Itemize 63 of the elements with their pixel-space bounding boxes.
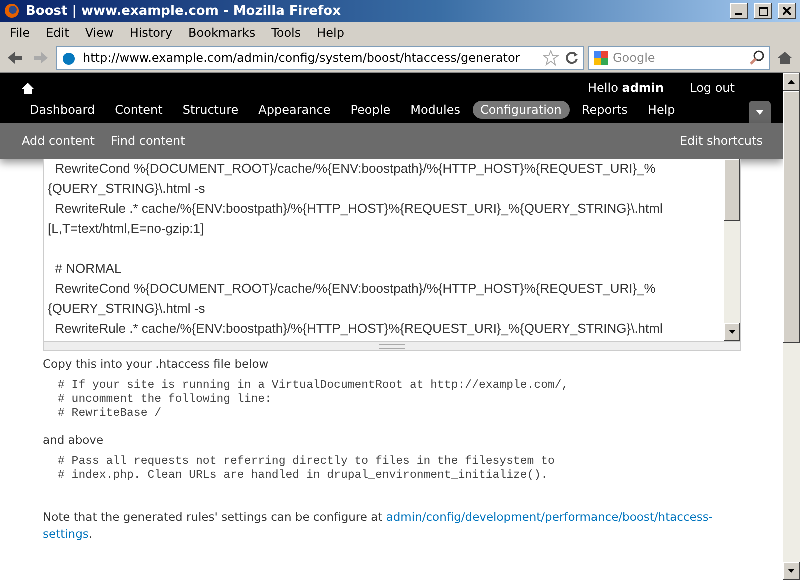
scroll-down-icon[interactable] [728, 330, 736, 334]
search-icon[interactable] [749, 50, 765, 66]
search-field[interactable]: Google [588, 46, 770, 70]
code-line: [L,T=text/html,E=no-gzip:1] [48, 220, 206, 238]
forward-arrow-icon [33, 51, 49, 65]
instruction-text: Copy this into your .htaccess file below [43, 357, 270, 371]
edit-shortcuts-link[interactable]: Edit shortcuts [680, 134, 763, 148]
textarea-scrollbar[interactable] [724, 159, 740, 341]
resize-grip[interactable] [43, 342, 741, 351]
code-line: {QUERY_STRING}\.html -s [48, 180, 206, 198]
home-icon[interactable] [22, 82, 34, 94]
nav-tab[interactable]: Help [640, 101, 684, 119]
nav-tab[interactable]: Configuration [472, 101, 570, 119]
rules-textarea[interactable] [43, 159, 741, 342]
note-text: Note that the generated rules' settings can be configure at admin/config/development/performance/boost/htaccess- settings. [43, 509, 714, 543]
menu-item[interactable]: Edit [40, 26, 76, 40]
code-line: RewriteCond %{DOCUMENT_ROOT}/cache/%{ENV:boostpath}/%{HTTP_HOST}%{REQUEST_URI}_% [54, 160, 657, 178]
window-title: Boost | www.example.com - Mozilla Firefox [26, 4, 342, 18]
nav-tab[interactable]: Appearance [250, 101, 339, 119]
greeting-text: Hello admin [588, 81, 664, 95]
maximize-icon [758, 6, 768, 16]
nav-tab[interactable]: Structure [174, 101, 247, 119]
menu-item[interactable]: File [4, 26, 36, 40]
site-icon [61, 50, 77, 66]
reload-icon[interactable] [565, 51, 579, 65]
code-line: RewriteRule .* cache/%{ENV:boostpath}/%{HTTP_HOST}%{REQUEST_URI}_%{QUERY_STRING}\.html [54, 200, 664, 218]
menu-item[interactable]: Tools [266, 26, 308, 40]
home-icon [777, 51, 793, 65]
menu-item[interactable]: View [79, 26, 120, 40]
caret-icon [756, 110, 764, 114]
close-button[interactable] [778, 3, 796, 19]
shortcut-link[interactable]: Find content [111, 134, 186, 148]
page-scrollbar[interactable] [783, 73, 800, 580]
menu-item[interactable]: Help [311, 26, 350, 40]
nav-tab[interactable]: People [342, 101, 399, 119]
logout-link[interactable]: Log out [690, 81, 735, 95]
scroll-up-icon[interactable] [788, 80, 795, 84]
menu-item[interactable]: History [124, 26, 179, 40]
settings-link[interactable]: admin/config/development/performance/boost/htaccess- [386, 510, 714, 524]
nav-tab[interactable]: Dashboard [22, 101, 104, 119]
instruction-text: and above [43, 433, 105, 447]
code-snippet: # If your site is running in a VirtualDocumentRoot at http://example.com/, # uncomment the following line: # RewriteBase / [58, 379, 570, 421]
nav-tab[interactable]: Modules [402, 101, 468, 119]
drawer-toggle-button[interactable] [749, 101, 771, 123]
nav-tab[interactable]: Reports [574, 101, 636, 119]
star-icon[interactable] [543, 50, 559, 66]
settings-link[interactable]: settings [43, 527, 89, 541]
nav-tab[interactable]: Content [107, 101, 171, 119]
code-line: RewriteRule .* cache/%{ENV:boostpath}/%{HTTP_HOST}%{REQUEST_URI}_%{QUERY_STRING}\.html [54, 320, 664, 338]
code-line: RewriteCond %{DOCUMENT_ROOT}/cache/%{ENV:boostpath}/%{HTTP_HOST}%{REQUEST_URI}_% [54, 280, 657, 298]
shortcut-link[interactable]: Add content [22, 134, 95, 148]
code-line: # NORMAL [54, 260, 123, 278]
menu-item[interactable]: Bookmarks [182, 26, 262, 40]
minimize-button[interactable] [730, 3, 748, 19]
back-arrow-icon [7, 51, 23, 65]
search-engine-icon[interactable] [593, 50, 609, 66]
code-snippet: # Pass all requests not referring directly to files in the filesystem to # index.php. Clean URLs are handled in drupal_environment_initialize(). [58, 455, 556, 483]
maximize-button[interactable] [754, 3, 772, 19]
address-field[interactable]: http://www.example.com/admin/config/system/boost/htaccess/generator [56, 46, 584, 70]
scroll-down-icon[interactable] [788, 569, 795, 573]
close-icon [783, 7, 791, 15]
code-line: {QUERY_STRING}\.html -s [48, 300, 206, 318]
firefox-logo-icon [4, 3, 20, 19]
